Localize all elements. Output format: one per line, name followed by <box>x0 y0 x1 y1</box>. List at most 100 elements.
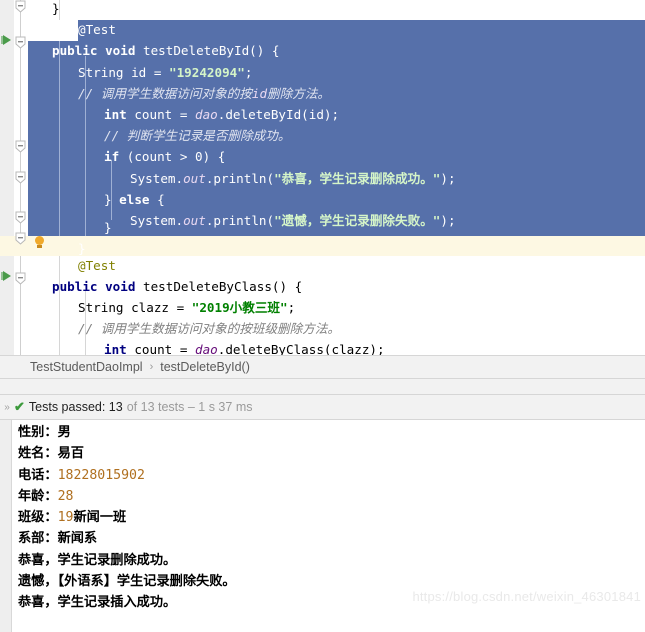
console-token: 年龄： <box>18 488 58 504</box>
code-token-plain: .deleteById(id); <box>217 107 340 122</box>
code-line[interactable]: if (count > 0) { <box>104 146 225 167</box>
code-line[interactable]: System.out.println("恭喜，学生记录删除成功。"); <box>130 168 456 189</box>
code-line[interactable]: System.out.println("遗憾，学生记录删除失败。"); <box>130 210 456 231</box>
breadcrumb-separator-icon: › <box>149 361 154 373</box>
code-token-plain: { <box>157 191 165 207</box>
code-token-plain: testDeleteById() { <box>143 43 280 59</box>
console-token: 姓名： <box>18 446 58 462</box>
code-token-fld: out <box>183 213 206 228</box>
code-token-plain: count = <box>134 107 196 122</box>
code-token-plain: String clazz = <box>78 300 192 315</box>
breadcrumb-method[interactable]: testDeleteById() <box>158 360 252 374</box>
console-token: 系部： <box>18 531 58 547</box>
run-test-arrow-icon[interactable] <box>1 270 13 282</box>
code-token-fld: out <box>183 170 206 186</box>
run-test-arrow-icon[interactable] <box>1 34 13 46</box>
code-line[interactable]: int count = dao.deleteByClass(clazz); <box>104 339 385 355</box>
code-token-plain: ; <box>244 64 253 80</box>
code-line[interactable]: } else { <box>104 189 165 210</box>
code-token-plain: } <box>52 1 60 16</box>
console-token: 恭喜，学生记录删除成功。 <box>18 552 177 568</box>
code-token-plain: } <box>104 220 112 236</box>
console-output-panel[interactable]: 性别：男 姓名：易百 电话：18228015902 年龄：28 班级：19新闻一班 系部：… <box>0 420 645 632</box>
code-line[interactable]: @Test <box>78 19 116 40</box>
console-token: 男 <box>57 425 71 440</box>
intention-bulb-icon[interactable] <box>35 236 44 248</box>
test-status-bar: » ✔ Tests passed: 13 of 13 tests – 1 s 3… <box>0 395 645 420</box>
console-text: 性别：男 姓名：易百 电话：18228015902 年龄：28 班级：19新闻一班 系部：… <box>18 422 236 614</box>
tests-passed-label: Tests passed: 13 <box>28 400 123 414</box>
console-token: 19 <box>57 510 74 526</box>
code-line[interactable]: } <box>52 0 60 19</box>
caret-line-highlight <box>0 236 645 256</box>
breadcrumb: TestStudentDaoImpl › testDeleteById() <box>0 355 645 379</box>
breadcrumb-class[interactable]: TestStudentDaoImpl <box>28 360 145 374</box>
console-token: 新闻系 <box>57 531 98 547</box>
code-token-cmt: // 调用学生数据访问对象的按班级删除方法。 <box>78 321 341 337</box>
code-line[interactable]: // 调用学生数据访问对象的按班级删除方法。 <box>78 318 340 339</box>
code-token-kw: if <box>104 149 127 165</box>
console-gutter <box>0 420 12 632</box>
console-line: 恭喜，学生记录插入成功。 <box>18 592 236 613</box>
code-fold-toggle-icon[interactable] <box>14 232 27 245</box>
code-fold-toggle-icon[interactable] <box>14 0 27 13</box>
code-token-plain: String id = <box>78 64 169 80</box>
console-token: 电话： <box>18 467 58 483</box>
console-token: 遗憾，【外语系】学生记录删除失败。 <box>18 574 236 590</box>
console-line: 班级：19新闻一班 <box>18 507 236 528</box>
code-fold-toggle-icon[interactable] <box>14 171 27 184</box>
code-fold-toggle-icon[interactable] <box>14 272 27 285</box>
code-line[interactable]: int count = dao.deleteById(id); <box>104 104 339 125</box>
code-line[interactable]: // 判断学生记录是否删除成功。 <box>104 125 290 146</box>
code-line[interactable]: } <box>104 217 112 238</box>
code-token-plain: ); <box>440 213 456 228</box>
panel-spacer <box>0 379 645 395</box>
console-token: 新闻一班 <box>73 510 127 526</box>
code-line[interactable]: public void testDeleteById() { <box>52 40 279 61</box>
code-fold-toggle-icon[interactable] <box>14 36 27 49</box>
code-token-fld: dao <box>195 342 218 355</box>
code-token-anno: @Test <box>78 22 116 38</box>
code-token-cmt: // 调用学生数据访问对象的按 <box>78 85 252 101</box>
code-token-kw: public void <box>52 278 143 294</box>
code-fold-toggle-icon[interactable] <box>14 140 27 153</box>
expand-chevron-icon[interactable]: » <box>0 402 14 413</box>
code-fold-toggle-icon[interactable] <box>14 211 27 224</box>
indent-guide <box>59 41 60 236</box>
console-token: 班级： <box>18 510 58 526</box>
console-line: 系部：新闻系 <box>18 528 236 549</box>
code-token-kw: int <box>104 107 135 122</box>
code-token-plain: System. <box>130 170 184 186</box>
console-line: 恭喜，学生记录删除成功。 <box>18 550 236 571</box>
code-token-plain: ); <box>440 170 456 186</box>
code-line[interactable]: // 调用学生数据访问对象的按id删除方法。 <box>78 83 330 104</box>
watermark-text: https://blog.csdn.net/weixin_46301841 <box>412 589 641 604</box>
code-token-fld: dao <box>195 107 218 122</box>
code-token-plain: .println( <box>205 170 275 186</box>
code-token-plain: (count > 0) { <box>126 149 226 165</box>
editor-run-gutter[interactable] <box>0 0 14 355</box>
code-token-str: "2019小教三班" <box>191 300 288 315</box>
console-token: 28 <box>57 488 74 504</box>
code-token-anno: @Test <box>78 257 116 273</box>
code-token-str: "19242094" <box>169 64 245 80</box>
code-editor[interactable]: } @Test public void testDeleteById() {Stri… <box>0 0 645 355</box>
code-line[interactable]: public void testDeleteByClass() { <box>52 276 302 297</box>
code-token-plain: count = <box>134 342 196 355</box>
console-line: 性别：男 <box>18 422 236 443</box>
code-token-cmt: 删除方法。 <box>267 85 331 101</box>
code-token-plain: .deleteByClass(clazz); <box>217 342 385 355</box>
code-token-kw: int <box>104 342 135 355</box>
code-token-str: "遗憾，学生记录删除失败。" <box>274 213 441 228</box>
code-token-kw: else <box>119 191 158 207</box>
code-token-plain: } <box>104 191 120 207</box>
code-token-plain: ; <box>287 300 296 315</box>
indent-guide <box>59 256 60 355</box>
console-token: 恭喜，学生记录插入成功。 <box>18 595 177 611</box>
code-line[interactable]: String id = "19242094"; <box>78 62 252 83</box>
code-token-plain: .println( <box>205 213 275 228</box>
console-token: 18228015902 <box>57 467 145 483</box>
code-line[interactable]: String clazz = "2019小教三班"; <box>78 297 295 318</box>
code-line[interactable]: @Test <box>78 255 116 276</box>
selection-highlight-first-line <box>78 20 645 41</box>
